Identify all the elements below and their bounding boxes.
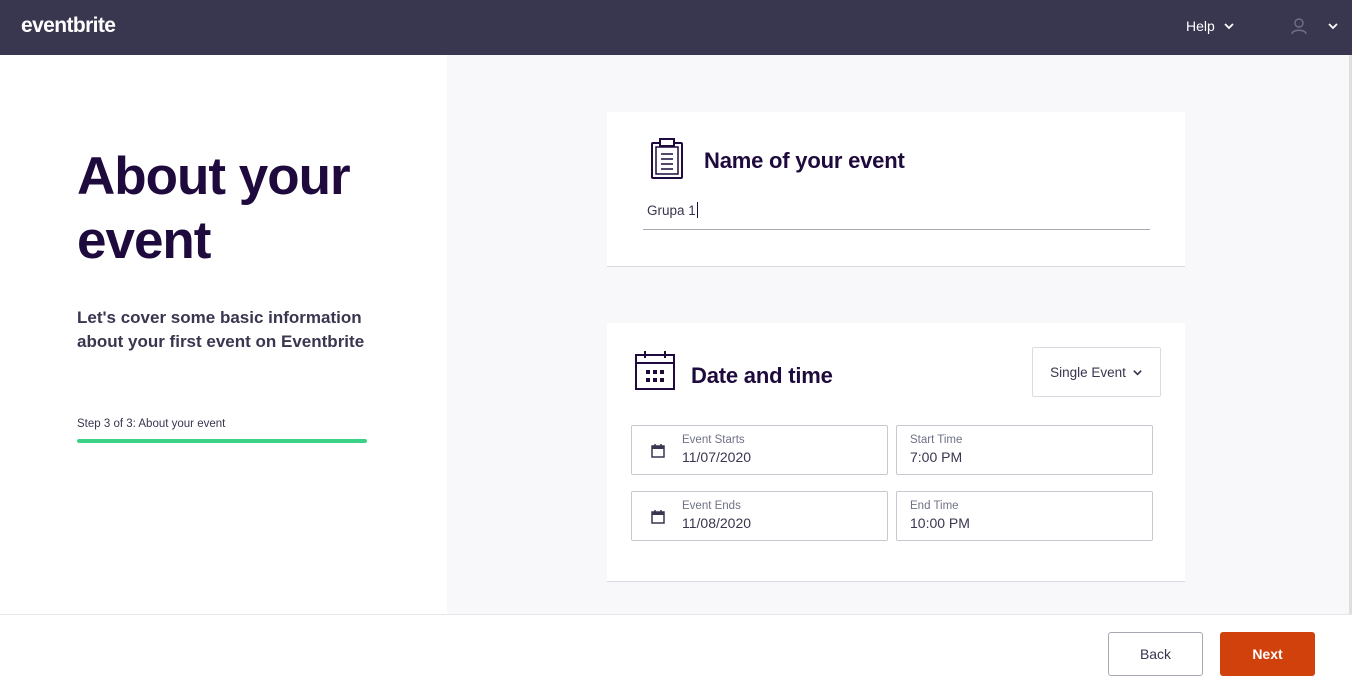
top-navigation-bar: eventbrite Help (0, 0, 1352, 55)
chevron-down-icon (1328, 23, 1338, 30)
start-time-value: 7:00 PM (910, 449, 963, 465)
user-icon (1291, 18, 1307, 35)
footer-bar: Back Next (0, 614, 1352, 692)
chevron-down-icon (1133, 369, 1142, 376)
progress-fill (77, 439, 367, 443)
event-name-input[interactable]: Grupa 1 (643, 200, 1150, 230)
event-name-card: Name of your event Grupa 1 (607, 112, 1185, 267)
calendar-small-icon (651, 444, 665, 458)
step-indicator: Step 3 of 3: About your event (77, 418, 226, 430)
back-button[interactable]: Back (1108, 632, 1203, 676)
event-name-value: Grupa 1 (647, 202, 698, 218)
event-name-title: Name of your event (704, 148, 905, 173)
chevron-down-icon (1224, 23, 1234, 30)
event-starts-field[interactable]: Event Starts 11/07/2020 (631, 425, 888, 475)
calendar-small-icon (651, 510, 665, 524)
event-starts-value: 11/07/2020 (682, 449, 752, 465)
next-button[interactable]: Next (1220, 632, 1315, 676)
end-time-field[interactable]: End Time 10:00 PM (896, 491, 1153, 541)
eventbrite-logo[interactable]: eventbrite (21, 14, 116, 38)
event-ends-value: 11/08/2020 (682, 515, 752, 531)
event-ends-label: Event Ends (682, 500, 741, 512)
end-time-value: 10:00 PM (910, 515, 970, 531)
event-type-dropdown[interactable]: Single Event (1032, 347, 1161, 397)
end-time-label: End Time (910, 500, 959, 512)
text-caret (696, 202, 698, 218)
event-starts-label: Event Starts (682, 434, 745, 446)
help-label: Help (1186, 18, 1215, 34)
clipboard-icon (651, 138, 683, 179)
event-type-value: Single Event (1050, 364, 1126, 380)
event-ends-field[interactable]: Event Ends 11/08/2020 (631, 491, 888, 541)
progress-bar (77, 439, 367, 443)
user-menu[interactable] (1289, 16, 1339, 36)
help-menu[interactable]: Help (1186, 18, 1235, 34)
page-title: About your event (77, 147, 351, 270)
left-panel: About your event Let's cover some basic … (0, 55, 447, 614)
date-time-card: Date and time Single Event Event Starts … (607, 323, 1185, 582)
start-time-label: Start Time (910, 434, 963, 446)
page-subtitle: Let's cover some basic information about… (77, 308, 365, 351)
calendar-icon (635, 351, 675, 390)
date-time-title: Date and time (691, 363, 833, 388)
start-time-field[interactable]: Start Time 7:00 PM (896, 425, 1153, 475)
